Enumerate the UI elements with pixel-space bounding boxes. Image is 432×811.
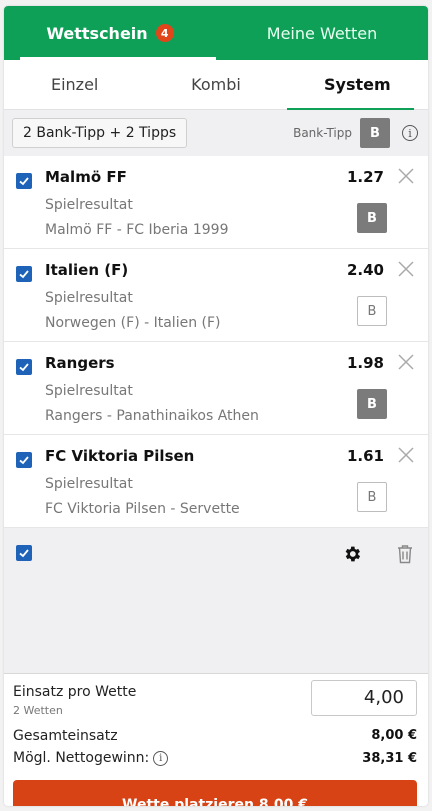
- bank-toggle[interactable]: B: [357, 203, 387, 233]
- bank-toggle[interactable]: B: [357, 389, 387, 419]
- bank-toggle[interactable]: B: [357, 482, 387, 512]
- bet-checkbox[interactable]: [16, 173, 32, 189]
- check-icon: [19, 363, 29, 372]
- bank-tipp-button[interactable]: B: [360, 118, 390, 148]
- bet-match: Malmö FF - FC Iberia 1999: [45, 222, 229, 238]
- check-icon: [19, 456, 29, 465]
- bet-item: Italien (F) 2.40 Spielresultat Norwegen …: [4, 249, 428, 342]
- bet-checkbox[interactable]: [16, 452, 32, 468]
- bet-market: Spielresultat: [45, 290, 133, 306]
- bet-odds: 1.98: [346, 354, 384, 372]
- system-select[interactable]: 2 Bank-Tipp + 2 Tipps: [12, 118, 188, 148]
- bet-item: FC Viktoria Pilsen 1.61 Spielresultat FC…: [4, 435, 428, 528]
- gear-icon[interactable]: [342, 544, 362, 564]
- bet-odds: 1.61: [346, 447, 384, 465]
- info-icon[interactable]: i: [153, 750, 169, 766]
- tab-label: Meine Wetten: [266, 23, 378, 43]
- betslip-actions: [4, 528, 428, 578]
- total-stake-value: 8,00 €: [371, 728, 417, 743]
- trash-icon[interactable]: [396, 544, 414, 564]
- stake-label: Einsatz pro Wette: [13, 684, 137, 700]
- bet-market: Spielresultat: [45, 197, 133, 213]
- close-icon[interactable]: [396, 259, 416, 279]
- bet-item: Rangers 1.98 Spielresultat Rangers - Pan…: [4, 342, 428, 435]
- stake-section: Einsatz pro Wette 2 Wetten 4,00 Gesamtei…: [4, 674, 428, 806]
- select-all-checkbox[interactable]: [16, 545, 32, 561]
- betslip-count-badge: 4: [155, 24, 174, 42]
- bet-odds: 1.27: [346, 168, 384, 186]
- betslip-panel: Wettschein 4 Meine Wetten Einzel Kombi S…: [4, 6, 428, 806]
- bet-match: Rangers - Panathinaikos Athen: [45, 408, 259, 424]
- tab-wettschein[interactable]: Wettschein 4: [4, 6, 216, 60]
- tab-meine-wetten[interactable]: Meine Wetten: [216, 6, 428, 60]
- tab-system[interactable]: System: [286, 60, 428, 110]
- betslip-header: Wettschein 4 Meine Wetten: [4, 6, 428, 60]
- bet-market: Spielresultat: [45, 476, 133, 492]
- empty-area: [4, 578, 428, 674]
- check-icon: [19, 177, 29, 186]
- bet-selection: Malmö FF: [45, 168, 127, 186]
- bet-odds: 2.40: [346, 261, 384, 279]
- bet-checkbox[interactable]: [16, 359, 32, 375]
- bet-selection: Italien (F): [45, 261, 129, 279]
- bet-selection: FC Viktoria Pilsen: [45, 447, 195, 465]
- bet-type-tabs: Einzel Kombi System: [4, 60, 428, 110]
- bet-count-label: 2 Wetten: [13, 704, 63, 717]
- info-icon[interactable]: i: [402, 125, 418, 141]
- tab-einzel[interactable]: Einzel: [4, 60, 145, 109]
- system-options-row: 2 Bank-Tipp + 2 Tipps Bank-Tipp B i: [4, 110, 428, 156]
- bet-selection: Rangers: [45, 354, 115, 372]
- close-icon[interactable]: [396, 445, 416, 465]
- check-icon: [19, 270, 29, 279]
- bet-checkbox[interactable]: [16, 266, 32, 282]
- bank-tipp-label: Bank-Tipp: [293, 126, 352, 140]
- tab-label: Wettschein: [46, 23, 148, 43]
- net-win-label-text: Mögl. Nettogewinn:: [13, 750, 150, 766]
- bet-match: Norwegen (F) - Italien (F): [45, 315, 221, 331]
- bet-market: Spielresultat: [45, 383, 133, 399]
- net-win-label: Mögl. Nettogewinn: i: [13, 750, 170, 766]
- net-win-value: 38,31 €: [362, 751, 417, 766]
- total-stake-label: Gesamteinsatz: [13, 728, 118, 744]
- check-icon: [19, 549, 29, 558]
- stake-input[interactable]: 4,00: [311, 680, 417, 716]
- tab-kombi[interactable]: Kombi: [145, 60, 286, 109]
- bet-item: Malmö FF 1.27 Spielresultat Malmö FF - F…: [4, 156, 428, 249]
- bank-toggle[interactable]: B: [357, 296, 387, 326]
- bet-match: FC Viktoria Pilsen - Servette: [45, 501, 240, 517]
- close-icon[interactable]: [396, 352, 416, 372]
- place-bet-button[interactable]: Wette platzieren 8,00 €: [13, 780, 417, 806]
- close-icon[interactable]: [396, 166, 416, 186]
